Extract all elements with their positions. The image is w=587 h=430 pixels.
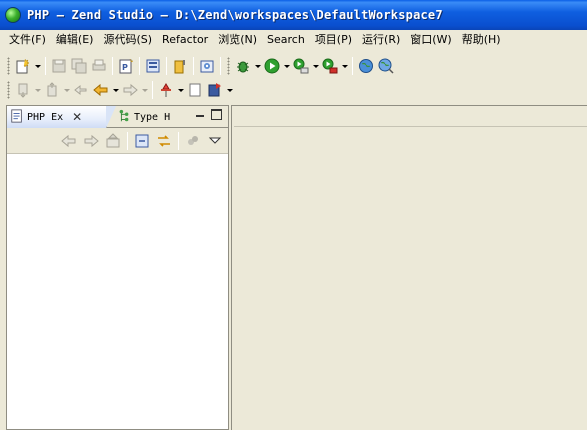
open-type-icon[interactable] (197, 56, 217, 76)
tab-php-explorer-label: PHP Ex (27, 111, 64, 123)
forward-icon (80, 131, 102, 151)
window-title: PHP — Zend Studio — D:\Zend\workspaces\D… (27, 8, 443, 22)
editor-pane[interactable] (234, 126, 587, 430)
toolbar-grip[interactable] (7, 57, 10, 75)
new-editor-icon[interactable] (185, 80, 205, 100)
link-with-editor-icon[interactable] (153, 131, 175, 151)
up-icon (102, 131, 124, 151)
php-explorer-view: PHP Ex ✕ Type H (6, 105, 229, 430)
back-icon[interactable] (91, 80, 111, 100)
run-external-icon[interactable] (291, 56, 311, 76)
php-explorer-icon[interactable] (143, 56, 163, 76)
view-toolbar (7, 128, 228, 154)
menu-project[interactable]: 项目(P) (310, 31, 357, 49)
save-icon (49, 56, 69, 76)
previous-annotation-icon (42, 80, 62, 100)
svg-text:P: P (122, 63, 128, 72)
new-icon[interactable] (13, 56, 33, 76)
type-hierarchy-icon (117, 109, 131, 126)
menu-run[interactable]: 运行(R) (357, 31, 405, 49)
run-debug-red-dropdown-icon[interactable] (340, 56, 349, 76)
menu-navigate[interactable]: 浏览(N) (213, 31, 262, 49)
tab-php-explorer[interactable]: PHP Ex ✕ (7, 106, 116, 128)
print-icon (89, 56, 109, 76)
run-icon[interactable] (262, 56, 282, 76)
back-icon (58, 131, 80, 151)
save-all-icon (69, 56, 89, 76)
run-debug-red-icon[interactable] (320, 56, 340, 76)
collapse-all-icon[interactable] (131, 131, 153, 151)
last-edit-location-icon (71, 80, 91, 100)
php-explorer-icon (10, 108, 24, 126)
debug-dropdown-icon[interactable] (253, 56, 262, 76)
tab-type-hierarchy[interactable]: Type H (115, 106, 177, 128)
web-browser-icon[interactable] (356, 56, 376, 76)
zend-logo-icon (5, 7, 21, 23)
toolbar-separator (112, 57, 113, 75)
title-bar[interactable]: PHP — Zend Studio — D:\Zend\workspaces\D… (0, 0, 587, 30)
toolbar-separator (193, 57, 194, 75)
forward-icon (120, 80, 140, 100)
run-dropdown-icon[interactable] (282, 56, 291, 76)
menu-help[interactable]: 帮助(H) (457, 31, 506, 49)
debug-icon[interactable] (233, 56, 253, 76)
new-project-icon[interactable] (170, 56, 190, 76)
toolbar-separator (152, 81, 153, 99)
web-browser-globe-icon[interactable] (376, 56, 396, 76)
toolbar-separator (166, 57, 167, 75)
pin-editor-dropdown-icon[interactable] (176, 80, 185, 100)
toolbar-separator (220, 57, 221, 75)
toolbar-grip[interactable] (227, 57, 230, 75)
toolbar-separator (178, 131, 179, 150)
toolbar-separator (352, 57, 353, 75)
menu-edit[interactable]: 编辑(E) (51, 31, 99, 49)
menu-refactor[interactable]: Refactor (157, 31, 213, 49)
editor-area[interactable] (231, 105, 587, 430)
previous-annotation-dropdown-icon (62, 80, 71, 100)
menu-bar: 文件(F) 编辑(E) 源代码(S) Refactor 浏览(N) Search… (0, 30, 587, 50)
toolbar-separator (45, 57, 46, 75)
toolbar-separator (139, 57, 140, 75)
explorer-tree[interactable] (7, 154, 228, 429)
view-options-icon (182, 131, 204, 151)
menu-file[interactable]: 文件(F) (4, 31, 51, 49)
menu-source[interactable]: 源代码(S) (98, 31, 157, 49)
toolbar-separator (127, 131, 128, 150)
minimize-icon[interactable] (195, 109, 206, 120)
back-dropdown-icon[interactable] (111, 80, 120, 100)
pin-editor-icon[interactable] (156, 80, 176, 100)
tab-type-hierarchy-label: Type H (134, 111, 171, 123)
toolbar-grip[interactable] (7, 81, 10, 99)
close-icon[interactable]: ✕ (72, 111, 82, 123)
next-annotation-dropdown-icon (33, 80, 42, 100)
view-tab-bar: PHP Ex ✕ Type H (7, 106, 228, 128)
menu-window[interactable]: 窗口(W) (405, 31, 456, 49)
view-menu-icon[interactable] (204, 131, 226, 151)
open-perspective-dropdown-icon[interactable] (225, 80, 234, 100)
forward-dropdown-icon (140, 80, 149, 100)
open-perspective-icon[interactable] (205, 80, 225, 100)
new-php-file-icon[interactable]: P (116, 56, 136, 76)
main-toolbar: P (0, 54, 587, 78)
new-dropdown-icon[interactable] (33, 56, 42, 76)
menu-search[interactable]: Search (262, 31, 310, 49)
navigation-toolbar (0, 78, 587, 102)
next-annotation-icon (13, 80, 33, 100)
run-external-dropdown-icon[interactable] (311, 56, 320, 76)
maximize-icon[interactable] (211, 109, 222, 120)
